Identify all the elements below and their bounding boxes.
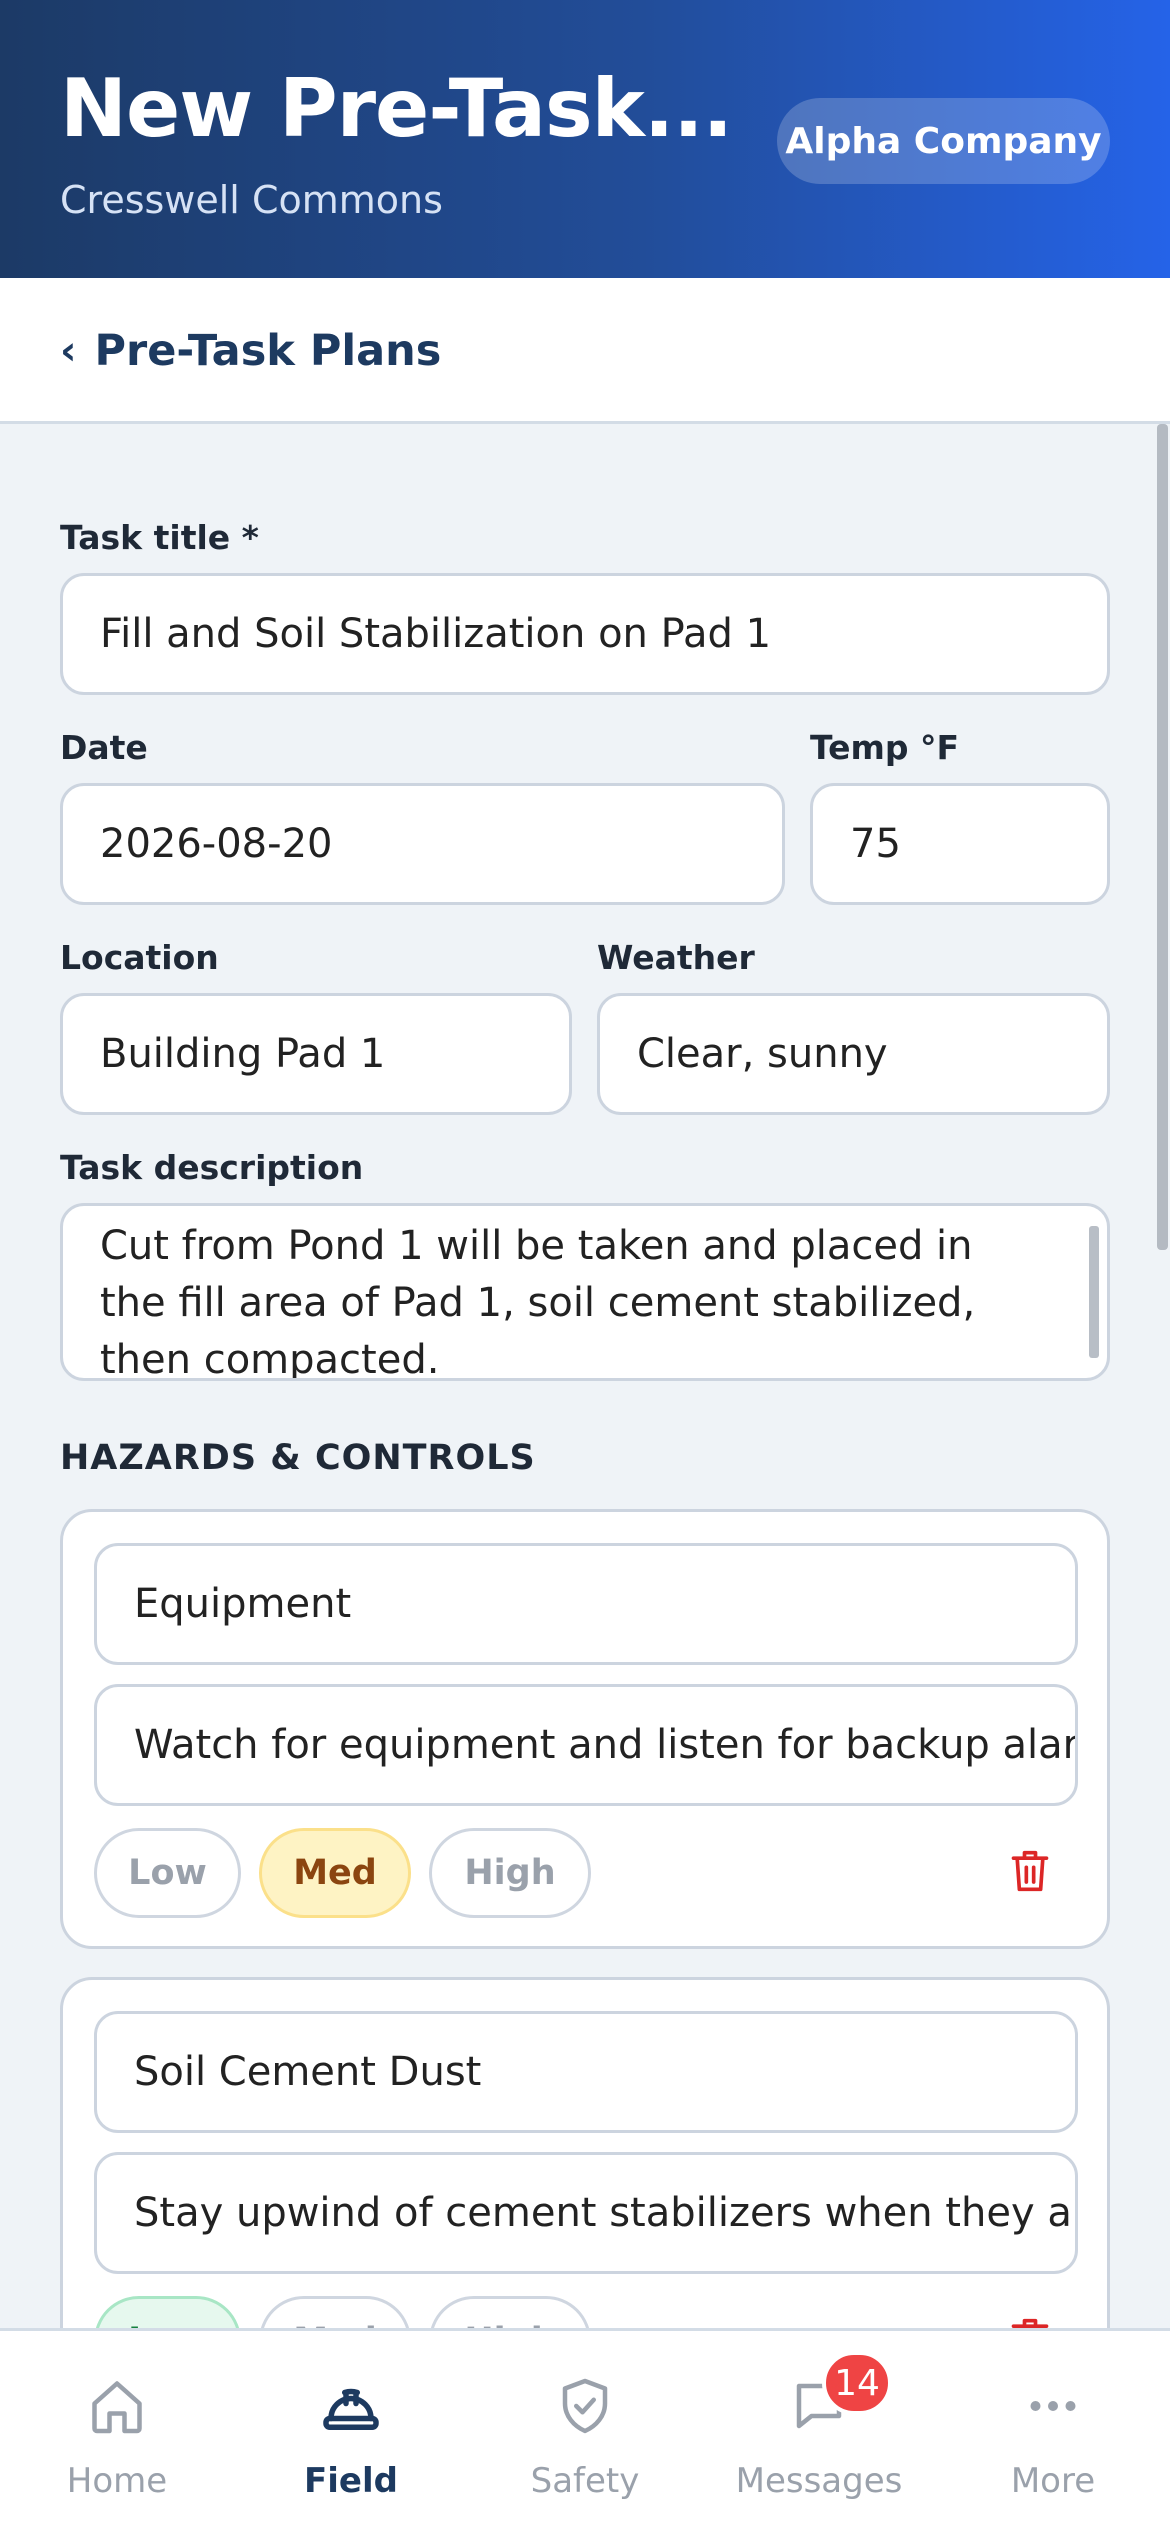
hazard-control-input[interactable]: Stay upwind of cement stabilizers when t… — [94, 2152, 1078, 2274]
risk-high-button[interactable]: High — [429, 1828, 591, 1918]
risk-level-selector: Low Med High — [94, 1828, 1078, 1918]
hard-hat-icon — [323, 2388, 379, 2430]
weather-input[interactable]: Clear, sunny — [597, 993, 1110, 1115]
description-label: Task description — [60, 1148, 364, 1187]
trash-icon[interactable] — [1008, 2314, 1052, 2328]
company-selector-button[interactable]: Alpha Company — [777, 98, 1110, 184]
page-scrollbar[interactable] — [1157, 424, 1168, 1250]
tab-safety[interactable]: Safety — [468, 2331, 702, 2532]
task-title-label: Task title * — [60, 518, 259, 557]
tab-more[interactable]: More — [936, 2331, 1170, 2532]
hazards-section-title: HAZARDS & CONTROLS — [60, 1438, 536, 1478]
weather-label: Weather — [597, 938, 755, 977]
home-icon — [92, 2381, 142, 2434]
tab-messages-label: Messages — [735, 2461, 903, 2501]
tab-field[interactable]: Field — [234, 2331, 468, 2532]
shield-check-icon — [562, 2378, 608, 2434]
tab-field-label: Field — [304, 2461, 398, 2501]
task-title-input[interactable]: Fill and Soil Stabilization on Pad 1 — [60, 573, 1110, 695]
tab-safety-label: Safety — [530, 2461, 640, 2501]
risk-med-button[interactable]: Med — [259, 1828, 411, 1918]
form-scroll-area[interactable]: Task title * Fill and Soil Stabilization… — [0, 424, 1170, 2328]
hazard-card: Soil Cement Dust Stay upwind of cement s… — [60, 1977, 1110, 2328]
back-bar: ‹ Pre-Task Plans — [0, 278, 1170, 424]
bottom-tab-bar: Home Field Safety 14 Messages More — [0, 2328, 1170, 2532]
page-title: New Pre-Task... — [60, 62, 733, 155]
risk-level-selector: Low Med High — [94, 2296, 1078, 2328]
date-label: Date — [60, 728, 148, 767]
location-label: Location — [60, 938, 219, 977]
trash-icon[interactable] — [1008, 1846, 1052, 1896]
chevron-left-icon: ‹ — [60, 328, 77, 374]
risk-high-button[interactable]: High — [429, 2296, 591, 2328]
description-textarea[interactable]: Cut from Pond 1 will be taken and placed… — [60, 1203, 1110, 1381]
hazard-card: Equipment Watch for equipment and listen… — [60, 1509, 1110, 1949]
back-link-label: Pre-Task Plans — [94, 326, 442, 376]
tab-messages[interactable]: 14 Messages — [702, 2331, 936, 2532]
more-icon — [1030, 2401, 1076, 2411]
temp-input[interactable]: 75 — [810, 783, 1110, 905]
risk-med-button[interactable]: Med — [259, 2296, 411, 2328]
project-name: Cresswell Commons — [60, 178, 443, 222]
back-link[interactable]: ‹ Pre-Task Plans — [60, 326, 441, 376]
textarea-scrollbar[interactable] — [1089, 1226, 1099, 1358]
app-header: New Pre-Task... Cresswell Commons Alpha … — [0, 0, 1170, 278]
risk-low-button[interactable]: Low — [94, 2296, 241, 2328]
hazard-name-input[interactable]: Equipment — [94, 1543, 1078, 1665]
hazard-control-input[interactable]: Watch for equipment and listen for backu… — [94, 1684, 1078, 1806]
description-text: Cut from Pond 1 will be taken and placed… — [100, 1223, 976, 1381]
hazard-name-input[interactable]: Soil Cement Dust — [94, 2011, 1078, 2133]
tab-more-label: More — [1010, 2461, 1096, 2501]
tab-home-label: Home — [66, 2461, 168, 2501]
date-input[interactable]: 2026-08-20 — [60, 783, 785, 905]
messages-badge: 14 — [822, 2351, 892, 2415]
location-input[interactable]: Building Pad 1 — [60, 993, 572, 1115]
temp-label: Temp °F — [810, 728, 960, 767]
tab-home[interactable]: Home — [0, 2331, 234, 2532]
risk-low-button[interactable]: Low — [94, 1828, 241, 1918]
